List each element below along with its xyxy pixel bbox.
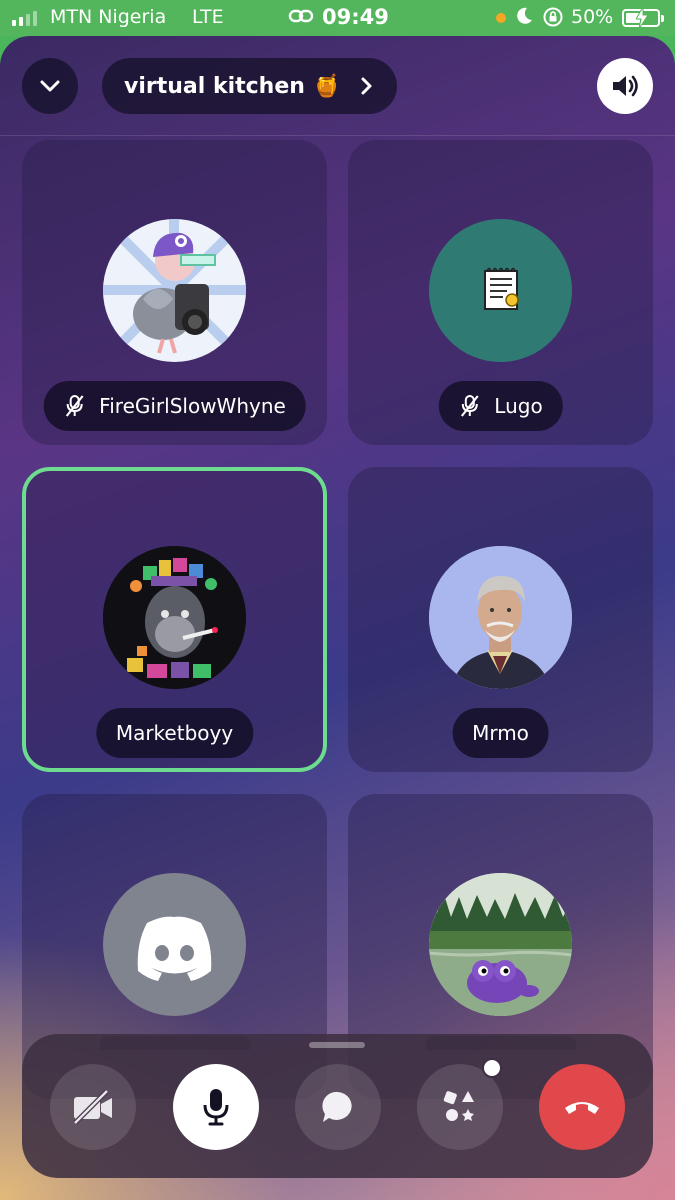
hang-up-button[interactable] [539,1064,625,1150]
carrier-label: MTN Nigeria [50,6,167,28]
camera-toggle-button[interactable] [50,1064,136,1150]
hang-up-phone-icon [565,1102,599,1114]
drag-handle[interactable] [309,1042,365,1048]
discord-logo-icon [137,916,212,981]
avatar [103,219,246,362]
participant-tile-speaking[interactable]: Marketboyy [22,467,327,772]
avatar [103,873,246,1016]
avatar [103,546,246,689]
participant-name-pill: Lugo [438,381,563,431]
channel-name: virtual kitchen [124,73,305,99]
activities-shapes-icon [443,1091,474,1121]
hotspot-link-icon [288,6,314,31]
speaker-icon [613,75,638,97]
avatar [429,873,572,1016]
participant-tile[interactable]: Mrmo [348,467,653,772]
microphone-button[interactable] [173,1064,259,1150]
moon-icon [514,6,534,31]
participant-name: Mrmo [472,721,529,745]
avatar [429,546,572,689]
participant-tile[interactable]: FireGirlSlowWhyne [22,140,327,445]
participant-name: Marketboyy [115,721,234,745]
battery-percent: 50% [571,6,614,28]
honey-pot-emoji: 🍯 [312,73,341,99]
participant-name-pill: FireGirlSlowWhyne [43,381,306,431]
participant-name-pill: Mrmo [452,708,549,758]
battery-icon [622,7,664,29]
chevron-right-icon [361,77,372,95]
participant-name: Lugo [494,394,543,418]
voice-header: virtual kitchen 🍯 [0,36,675,136]
participant-tile[interactable]: Lugo [348,140,653,445]
voice-control-bar [22,1034,653,1178]
status-bar: MTN Nigeria LTE 09:49 50% [0,0,675,36]
participant-name: FireGirlSlowWhyne [99,394,286,418]
chevron-down-icon [40,80,60,92]
collapse-button[interactable] [22,58,78,114]
avatar [429,219,572,362]
clock: 09:49 [322,5,389,29]
recording-indicator [496,13,506,23]
voice-channel-panel: virtual kitchen 🍯 FireGirlSlowWhyne Lugo… [0,36,675,1200]
speaker-button[interactable] [597,58,653,114]
notification-dot [482,1058,502,1078]
mic-muted-icon [65,395,84,417]
participant-name-pill: Marketboyy [95,708,254,758]
camera-off-icon [73,1090,112,1124]
chat-bubble-icon [322,1091,352,1122]
chat-button[interactable] [295,1064,381,1150]
microphone-icon [203,1089,229,1126]
network-type: LTE [192,6,224,28]
signal-icon [12,10,37,26]
channel-name-button[interactable]: virtual kitchen 🍯 [102,58,397,114]
rotation-lock-icon [542,6,564,33]
mic-muted-icon [460,395,479,417]
